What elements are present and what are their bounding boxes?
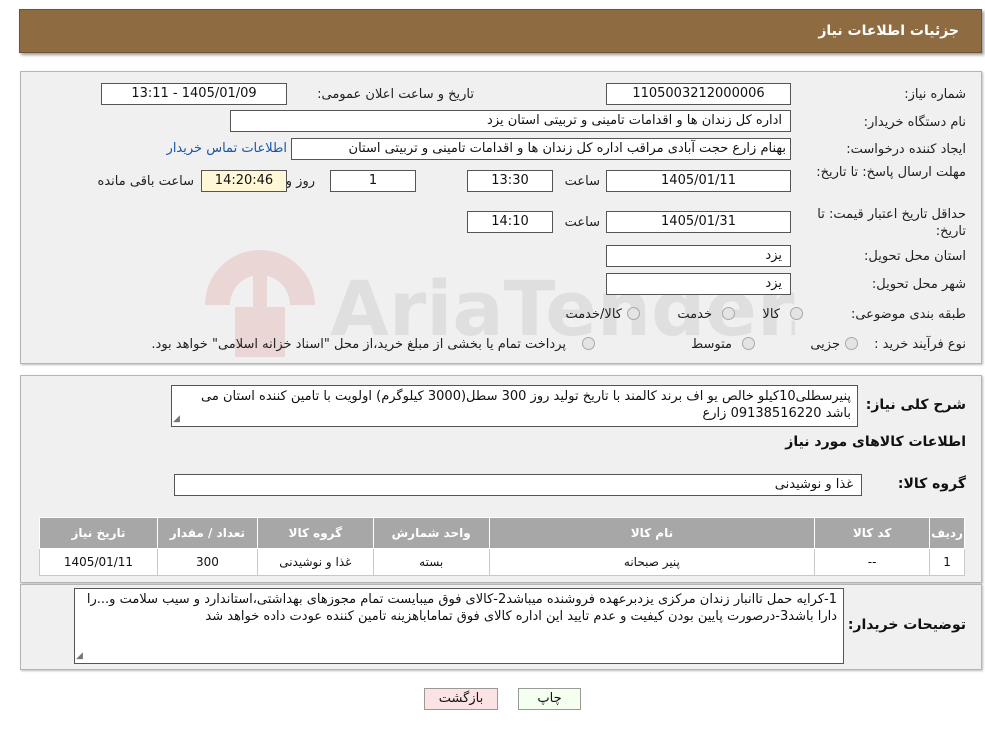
buyer-notes-label: توضیحات خریدار: [847, 617, 966, 633]
col-group: گروه کالا [256, 517, 374, 549]
back-button[interactable]: بازگشت [424, 688, 498, 710]
buyer-notes-text: 1-کرایه حمل تاانبار زندان مرکزی یزدبرعهد… [74, 588, 844, 664]
cell-item-code: -- [814, 548, 931, 576]
col-item-code: کد کالا [814, 517, 931, 549]
delivery-province-field: یزد [606, 245, 791, 267]
buyer-contact-link[interactable]: اطلاعات تماس خریدار [167, 141, 287, 156]
price-validity-label: حداقل تاریخ اعتبار قیمت: تا تاریخ: [817, 207, 966, 239]
page-title: جزئیات اطلاعات نیاز [818, 23, 959, 39]
buyer-notes-resize-grip[interactable]: ◢ [76, 651, 83, 732]
price-validity-date-field: 1405/01/31 [606, 211, 791, 233]
requester-field: بهنام زارع حجت آبادی مراقب اداره کل زندا… [291, 138, 791, 160]
buyer-org-label: نام دستگاه خریدار: [863, 115, 966, 130]
purchase-type-label: نوع فرآیند خرید : [874, 337, 966, 352]
col-unit: واحد شمارش [372, 517, 490, 549]
deadline-days-field: 1 [330, 170, 416, 192]
goods-section-title: اطلاعات کالاهای مورد نیاز [785, 434, 966, 450]
summary-label: شرح کلی نیاز: [865, 397, 966, 413]
buyer-org-field: اداره کل زندان ها و اقدامات تامینی و ترب… [230, 110, 791, 132]
category-option-goods-service: کالا/خدمت [565, 307, 622, 322]
deadline-date-field: 1405/01/11 [606, 170, 791, 192]
category-radio-goods-service[interactable] [627, 307, 640, 320]
cell-row-number: 1 [929, 548, 965, 576]
col-quantity: تعداد / مقدار [156, 517, 258, 549]
delivery-province-label: استان محل تحویل: [864, 249, 966, 264]
category-radio-goods[interactable] [790, 307, 803, 320]
purchase-type-radio-treasury[interactable] [582, 337, 595, 350]
goods-group-field: غذا و نوشیدنی [174, 474, 862, 496]
cell-need-date: 1405/01/11 [39, 548, 158, 576]
category-radio-service[interactable] [722, 307, 735, 320]
goods-table: ردیف کد کالا نام کالا واحد شمارش گروه کا… [39, 517, 965, 576]
deadline-label: مهلت ارسال پاسخ: تا تاریخ: [816, 165, 966, 180]
print-button[interactable]: چاپ [518, 688, 581, 710]
col-need-date: تاریخ نیاز [39, 517, 158, 549]
goods-table-header: ردیف کد کالا نام کالا واحد شمارش گروه کا… [39, 517, 965, 549]
purchase-type-radio-medium[interactable] [742, 337, 755, 350]
delivery-city-label: شهر محل تحویل: [871, 277, 966, 292]
need-number-field: 1105003212000006 [606, 83, 791, 105]
price-validity-time-field: 14:10 [467, 211, 553, 233]
remaining-time-label: ساعت باقی مانده [97, 174, 194, 189]
page-header: جزئیات اطلاعات نیاز [19, 9, 982, 53]
goods-group-label: گروه کالا: [897, 476, 966, 492]
deadline-days-label: روز و [285, 174, 315, 189]
table-row: 1 -- پنیر صبحانه بسته غذا و نوشیدنی 300 … [39, 548, 965, 576]
cell-quantity: 300 [156, 548, 258, 576]
announce-datetime-field: 1405/01/09 - 13:11 [101, 83, 287, 105]
deadline-time-field: 13:30 [467, 170, 553, 192]
col-row-number: ردیف [929, 517, 965, 549]
purchase-type-option-medium: متوسط [691, 337, 732, 352]
summary-text: پنیرسطلی10کیلو خالص یو اف برند کالمند با… [171, 385, 858, 427]
cell-group: غذا و نوشیدنی [256, 548, 374, 576]
purchase-type-note: پرداخت تمام یا بخشی از مبلغ خرید،از محل … [151, 337, 566, 352]
purchase-type-radio-minor[interactable] [845, 337, 858, 350]
cell-unit: بسته [372, 548, 490, 576]
deadline-time-label: ساعت [564, 174, 600, 189]
col-item-name: نام کالا [488, 517, 816, 549]
category-option-service: خدمت [677, 307, 712, 322]
delivery-city-field: یزد [606, 273, 791, 295]
purchase-type-option-minor: جزیی [810, 337, 840, 352]
remaining-time-field: 14:20:46 [201, 170, 287, 192]
category-label: طبقه بندی موضوعی: [850, 307, 966, 322]
price-validity-time-label: ساعت [564, 215, 600, 230]
category-option-goods: کالا [762, 307, 780, 322]
announce-datetime-label: تاریخ و ساعت اعلان عمومی: [317, 87, 474, 102]
cell-item-name: پنیر صبحانه [488, 548, 816, 576]
requester-label: ایجاد کننده درخواست: [846, 142, 966, 157]
need-number-label: شماره نیاز: [904, 87, 966, 102]
